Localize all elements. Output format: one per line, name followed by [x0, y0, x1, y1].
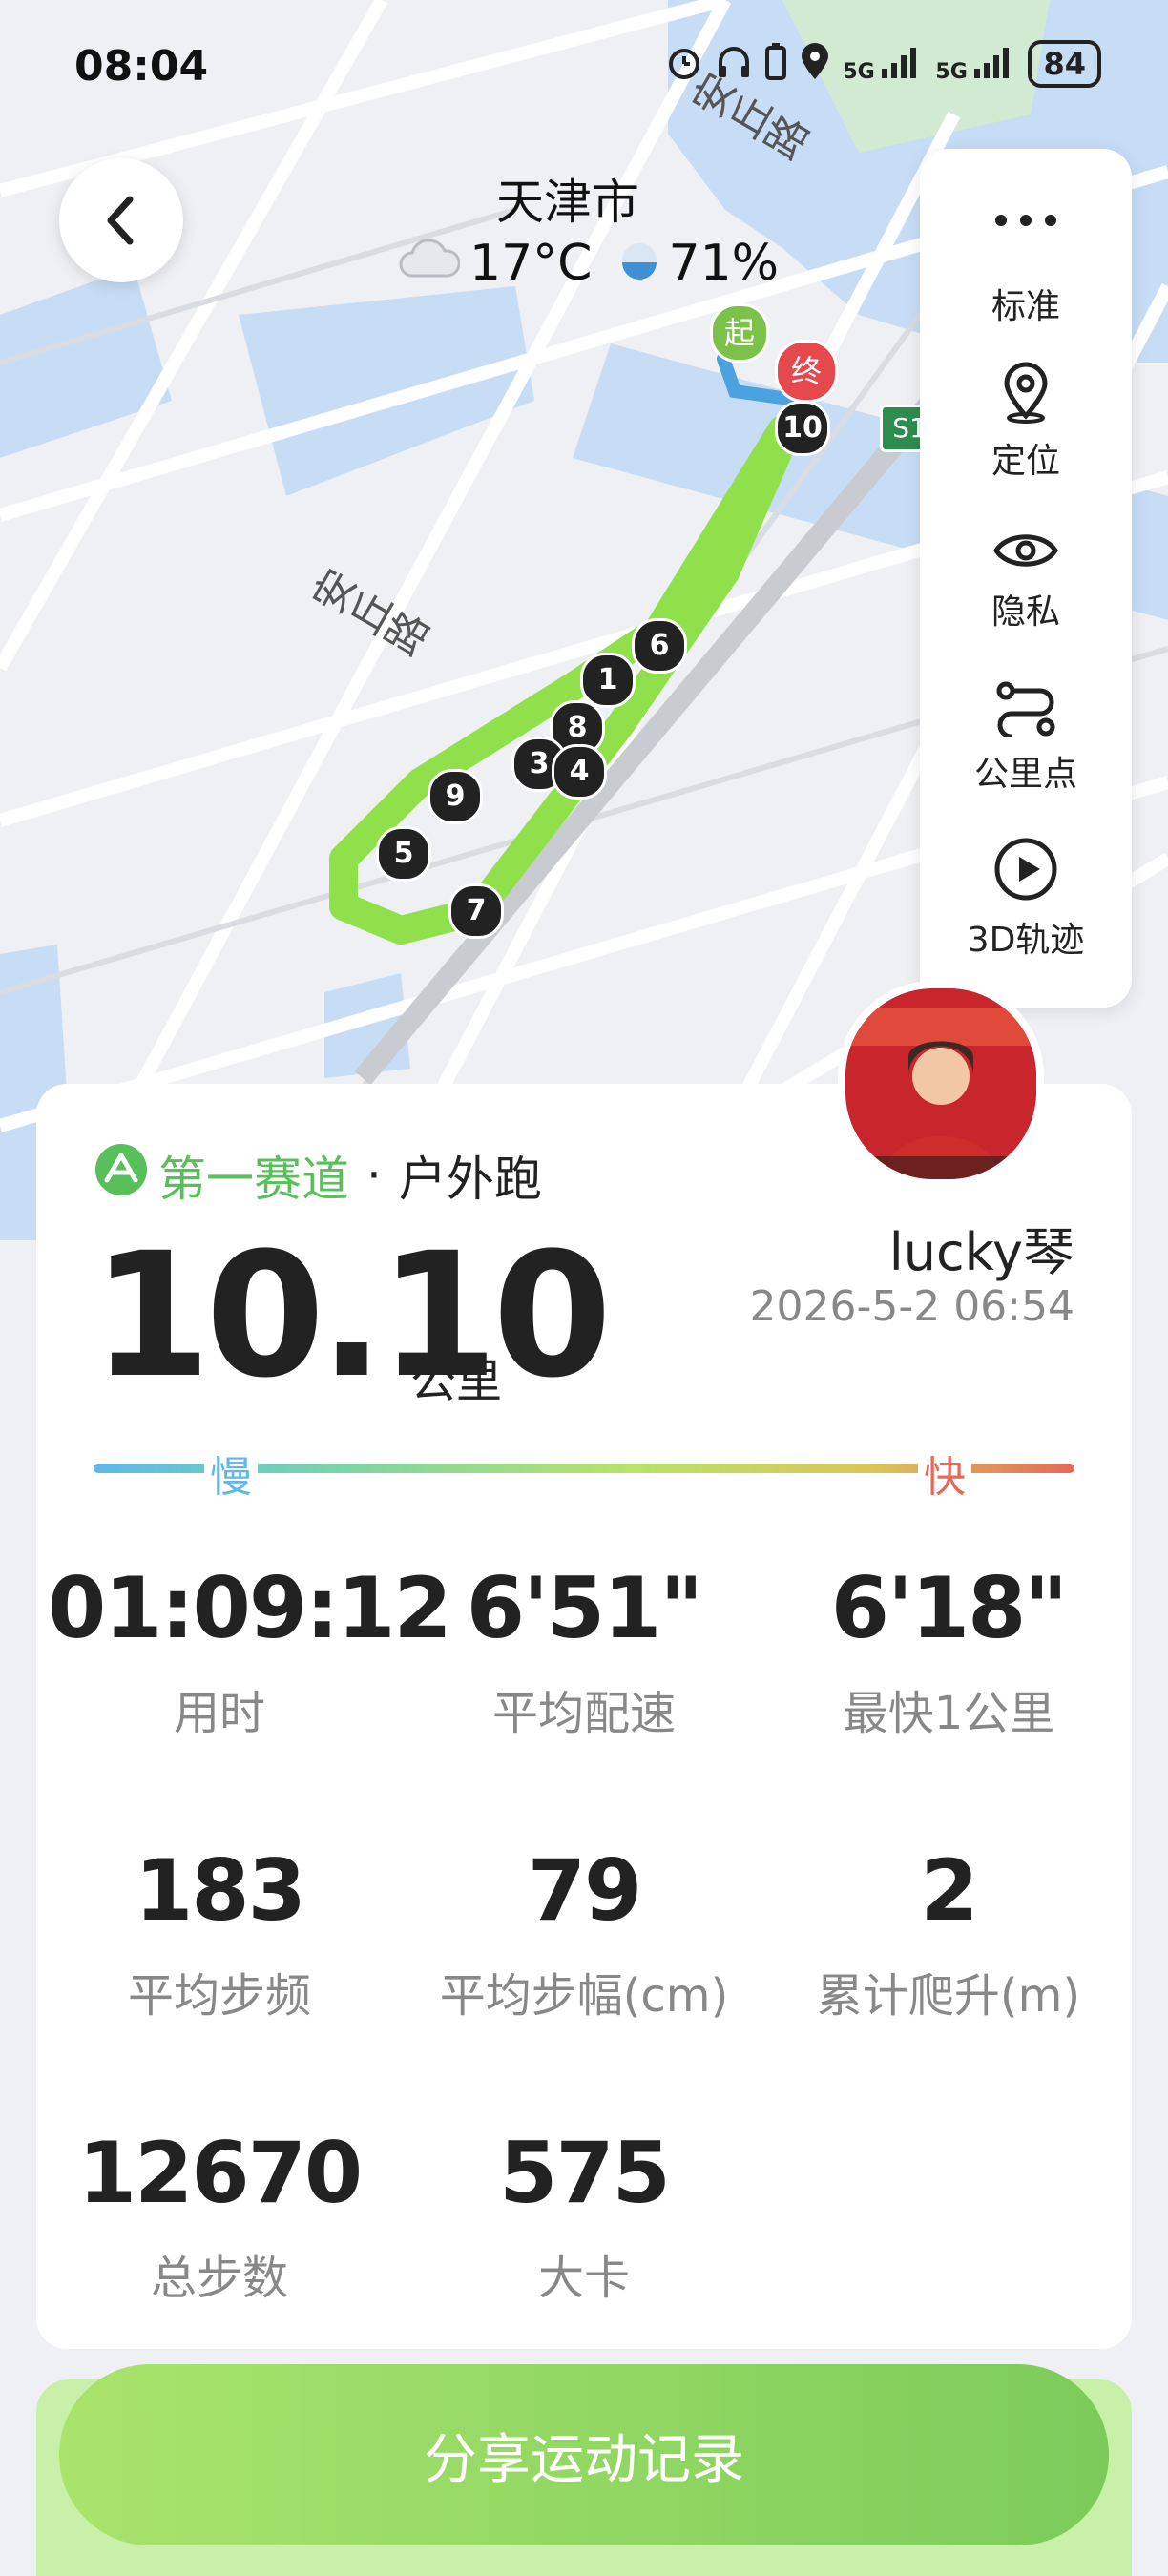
start-marker: 起 [710, 303, 769, 363]
stat-steps: 12670 总步数 [48, 2126, 391, 2307]
3d-track-label: 3D轨迹 [967, 921, 1085, 960]
stat-label: 总步数 [150, 2252, 288, 2305]
pace-fast-label: 快 [918, 1443, 971, 1504]
back-button[interactable] [59, 158, 183, 282]
phone-battery-icon [764, 43, 787, 85]
privacy-button[interactable]: 隐私 [920, 527, 1132, 634]
stat-value: 12670 [77, 2124, 363, 2222]
stat-value: 2 [920, 1841, 978, 1940]
stat-value: 6'51" [466, 1559, 703, 1657]
stat-label: 累计爬升(m) [816, 1969, 1081, 2023]
location-pin-icon [1004, 362, 1048, 424]
stat-label: 大卡 [537, 2252, 630, 2305]
share-record-button[interactable]: 分享运动记录 [59, 2364, 1109, 2545]
stat-avg-pace: 6'51" 平均配速 [412, 1561, 756, 1742]
stat-label: 平均步频 [127, 1969, 311, 2023]
end-marker: 终 [775, 340, 838, 403]
activity-type: 户外跑 [398, 1152, 542, 1207]
stat-label: 平均配速 [491, 1687, 676, 1740]
stat-value: 79 [527, 1841, 642, 1940]
cloud-icon [399, 235, 461, 292]
map-style-standard[interactable]: 标准 [920, 279, 1132, 328]
km-marker: 9 [428, 769, 483, 824]
headphones-icon [715, 43, 753, 85]
username: lucky琴 [888, 1222, 1074, 1282]
locate-button[interactable]: 定位 [920, 361, 1132, 483]
more-icon [995, 215, 1007, 226]
weather-info: 17°C 71% [399, 235, 779, 292]
distance-unit: 公里 [410, 1355, 503, 1408]
km-marker: 4 [552, 744, 607, 800]
stat-label: 最快1公里 [842, 1687, 1055, 1740]
signal-icon: 5G [935, 44, 1016, 84]
km-points-label: 公里点 [973, 755, 1077, 794]
stat-value: 183 [135, 1841, 306, 1940]
signal-icon: 5G [843, 44, 924, 84]
stat-value: 6'18" [830, 1559, 1068, 1657]
km-points-button[interactable]: 公里点 [920, 679, 1132, 796]
battery-indicator: 84 [1028, 40, 1101, 88]
stat-stride: 79 平均步幅(cm) [412, 1843, 756, 2025]
privacy-label: 隐私 [991, 592, 1060, 632]
stat-elevation: 2 累计爬升(m) [777, 1843, 1120, 2025]
city-name: 天津市 [496, 175, 639, 230]
play-icon [994, 838, 1057, 901]
route-points-icon [996, 681, 1055, 737]
stat-calories: 575 大卡 [412, 2126, 756, 2307]
locate-label: 定位 [991, 442, 1060, 481]
separator: · [366, 1148, 382, 1203]
km-marker: 7 [448, 883, 504, 939]
humidity-icon [620, 235, 658, 292]
map-tools-panel: 标准 定位 隐私 公里点 3D轨迹 [920, 149, 1132, 1008]
status-time: 08:04 [74, 42, 209, 91]
more-button[interactable] [935, 149, 1116, 292]
alarm-icon [665, 43, 703, 85]
chevron-left-icon [107, 196, 134, 245]
eye-icon [993, 534, 1058, 567]
stat-value: 01:09:12 [48, 1559, 452, 1657]
brand-logo-icon [94, 1142, 149, 1209]
stat-label: 平均步幅(cm) [439, 1969, 729, 2023]
brand-name: 第一赛道 [158, 1152, 349, 1207]
pace-slow-label: 慢 [204, 1443, 258, 1504]
km-marker: 1 [580, 653, 636, 708]
run-datetime: 2026-5-2 06:54 [749, 1282, 1074, 1331]
distance-value: 10.10 [92, 1216, 612, 1416]
stat-fastest-km: 6'18" 最快1公里 [777, 1561, 1120, 1742]
stat-cadence: 183 平均步频 [48, 1843, 391, 2025]
km-marker: 6 [632, 618, 687, 674]
km-marker: 10 [775, 401, 830, 456]
location-icon [799, 43, 831, 85]
temperature: 17°C [469, 235, 593, 292]
stat-duration: 01:09:12 用时 [48, 1559, 452, 1742]
3d-track-button[interactable]: 3D轨迹 [920, 836, 1132, 962]
avatar[interactable] [838, 981, 1044, 1187]
stat-value: 575 [499, 2124, 671, 2222]
stat-label: 用时 [173, 1687, 265, 1740]
humidity: 71% [668, 235, 780, 292]
activity-header: 第一赛道 · 户外跑 [94, 1141, 542, 1210]
map-style-label: 标准 [991, 287, 1060, 326]
status-icons: 5G 5G 84 [665, 40, 1101, 88]
km-marker: 5 [376, 826, 431, 882]
avatar-image [845, 988, 1036, 1179]
